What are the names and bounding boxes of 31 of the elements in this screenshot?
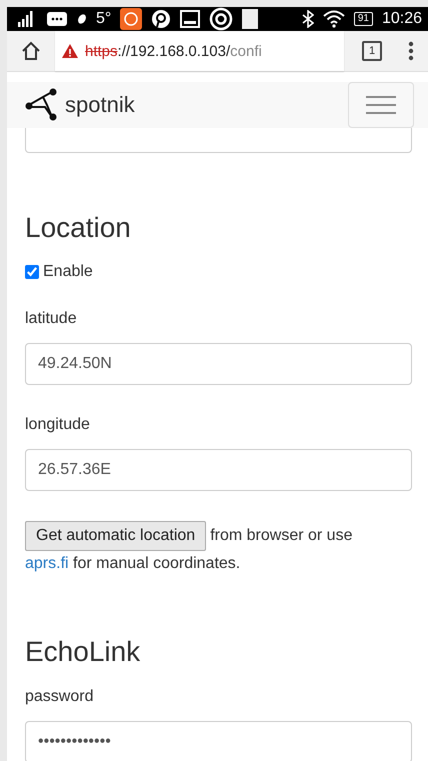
field-label: longitude [25,415,91,435]
wifi-icon [322,10,345,28]
bluetooth-icon [302,10,314,28]
field-label: password [25,687,94,707]
blank-icon [242,9,258,29]
field-label: latitude [25,309,78,329]
aprs-link[interactable]: aprs.fi [25,555,69,572]
enable-checkbox[interactable] [25,265,39,279]
menu-icon [366,95,396,115]
address-field[interactable]: https://192.168.0.103/confi [55,31,344,71]
image-icon [180,10,200,28]
clock-text: 10:26 [382,10,422,28]
password-field[interactable]: ••••••••••••• [25,721,412,761]
checkbox-label: Enable [43,263,93,281]
section-heading: EchoLink [25,635,142,669]
get-location-button[interactable]: Get automatic location [25,521,206,551]
satellite-logo-icon [25,88,59,122]
temperature-text: 5° [96,10,112,28]
tab-count-button[interactable]: 1 [362,41,382,61]
text-field[interactable] [25,126,412,153]
text-field[interactable]: 49.24.50N [25,343,412,385]
warning-icon [61,43,79,59]
menu-button[interactable] [348,82,414,128]
section-heading: Location [25,211,132,245]
help-text: Get automatic location from browser or use aprs.fi for manual coordinates. [25,521,412,577]
battery-indicator: 91 [354,12,373,26]
app-icon [120,8,142,30]
text-field[interactable]: 26.57.36E [25,449,412,491]
more-icon[interactable] [408,41,414,61]
message-icon [46,11,68,27]
home-icon[interactable] [21,41,41,61]
